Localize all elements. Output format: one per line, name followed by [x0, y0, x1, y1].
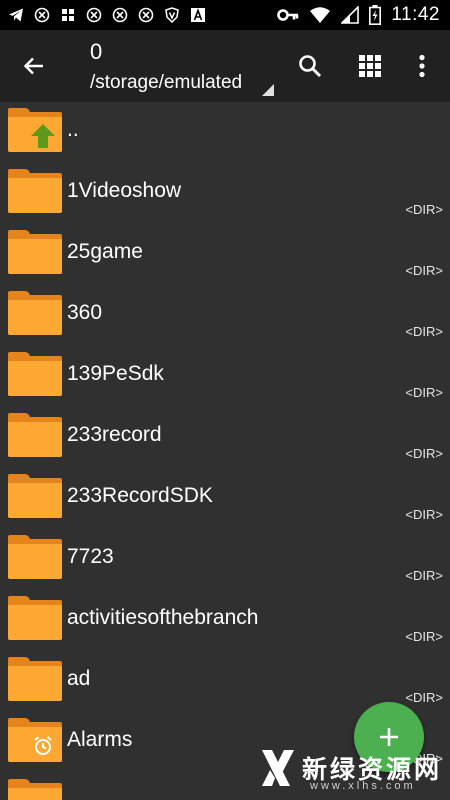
file-name: ad [67, 667, 91, 690]
telegram-icon [8, 7, 24, 23]
folder-icon [8, 352, 62, 396]
folder-icon [8, 108, 62, 152]
folder-icon [8, 596, 62, 640]
key-icon [277, 8, 299, 22]
list-item-parent-directory[interactable]: .. [0, 102, 450, 163]
list-item[interactable]: 233RecordSDK <DIR> [0, 468, 450, 529]
folder-icon [8, 657, 62, 701]
file-name: Alarms [67, 728, 133, 751]
dir-label: <DIR> [405, 263, 443, 278]
current-path[interactable]: /storage/emulated [90, 72, 242, 94]
file-list[interactable]: .. 1Videoshow <DIR> 25game <DIR> 360 <DI… [0, 102, 450, 800]
grid-view-icon [359, 55, 381, 77]
plus-icon [378, 726, 400, 748]
status-bar: 11:42 [0, 0, 450, 30]
notification-icon [112, 7, 128, 23]
dir-label: <DIR> [405, 629, 443, 644]
list-item[interactable]: 139PeSdk <DIR> [0, 346, 450, 407]
notification-icon [138, 7, 154, 23]
file-name: .. [67, 118, 79, 141]
file-name: 233record [67, 423, 162, 446]
dir-label: <DIR> [405, 324, 443, 339]
back-arrow-icon [22, 54, 46, 78]
file-name: activitiesofthebranch [67, 606, 259, 629]
folder-icon [8, 718, 62, 762]
file-name: 360 [67, 301, 103, 324]
file-name: 139PeSdk [67, 362, 164, 385]
wifi-icon [309, 6, 331, 24]
add-button[interactable] [354, 702, 424, 772]
search-icon [297, 53, 323, 79]
alarm-clock-icon [28, 732, 58, 760]
more-vert-icon [418, 54, 426, 78]
back-button[interactable] [16, 50, 52, 82]
folder-icon [8, 779, 62, 800]
list-item[interactable]: 25game <DIR> [0, 224, 450, 285]
up-arrow-icon [28, 122, 58, 150]
notification-icon [86, 7, 102, 23]
list-item[interactable] [0, 773, 450, 800]
vpn-shield-icon [164, 7, 180, 23]
toolbar-title: 0 [90, 39, 103, 64]
file-name: 1Videoshow [67, 179, 182, 202]
dir-label: <DIR> [405, 385, 443, 400]
dir-label: <DIR> [405, 568, 443, 583]
folder-icon [8, 413, 62, 457]
folder-icon [8, 291, 62, 335]
file-name: 7723 [67, 545, 114, 568]
folder-icon [8, 169, 62, 213]
dir-label: <DIR> [405, 446, 443, 461]
file-name: 233RecordSDK [67, 484, 213, 507]
list-item[interactable]: 360 <DIR> [0, 285, 450, 346]
notification-icon [34, 7, 50, 23]
list-item[interactable]: 233record <DIR> [0, 407, 450, 468]
list-item[interactable]: 1Videoshow <DIR> [0, 163, 450, 224]
status-right-icons: 11:42 [277, 0, 440, 30]
more-options-button[interactable] [404, 48, 440, 84]
file-name: 25game [67, 240, 143, 263]
app-toolbar: 0 /storage/emulated [0, 30, 450, 102]
grid-notification-icon [60, 7, 76, 23]
signal-icon [341, 6, 360, 24]
list-item[interactable]: activitiesofthebranch <DIR> [0, 590, 450, 651]
dir-label: <DIR> [405, 507, 443, 522]
dir-label: <DIR> [405, 690, 443, 705]
battery-charging-icon [369, 5, 382, 25]
list-item[interactable]: 7723 <DIR> [0, 529, 450, 590]
folder-icon [8, 474, 62, 518]
folder-icon [8, 535, 62, 579]
status-left-icons [8, 7, 206, 23]
view-mode-button[interactable] [352, 48, 388, 84]
path-dropdown-icon[interactable] [262, 84, 274, 96]
font-a-icon [190, 7, 206, 23]
clock: 11:42 [391, 4, 440, 25]
folder-icon [8, 230, 62, 274]
search-button[interactable] [292, 48, 328, 84]
dir-label: <DIR> [405, 202, 443, 217]
